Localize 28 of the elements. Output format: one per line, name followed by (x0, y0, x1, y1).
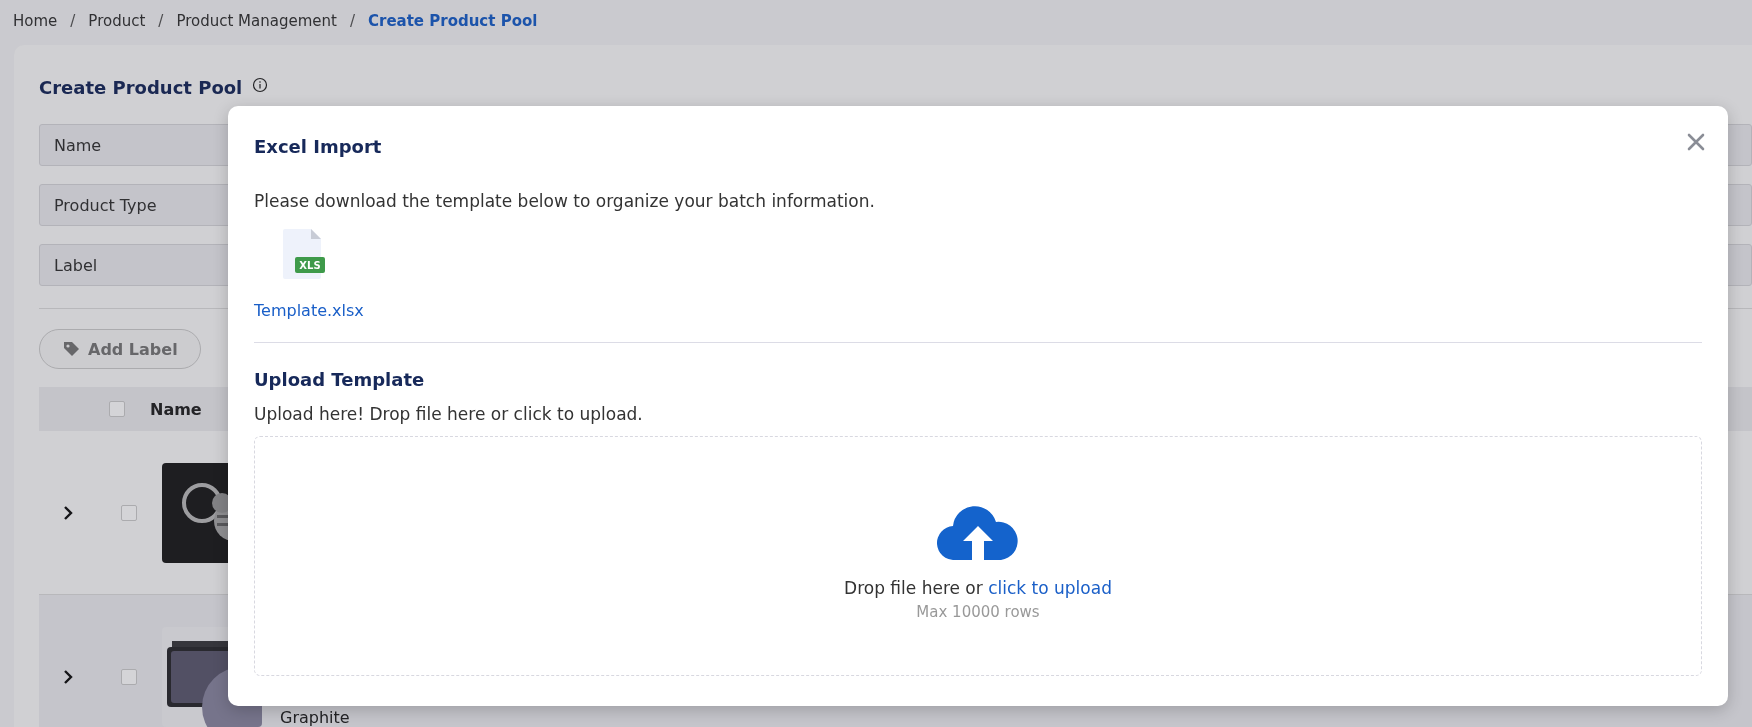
breadcrumb-separator: / (349, 12, 355, 30)
breadcrumb-item[interactable]: Create Product Pool (368, 12, 538, 30)
upload-link[interactable]: click to upload (988, 577, 1112, 598)
info-icon[interactable] (252, 77, 269, 93)
dropzone-text: Drop file here or click to upload (844, 577, 1112, 598)
add-label-button[interactable]: Add Label (39, 329, 201, 369)
chevron-icon[interactable] (61, 504, 75, 521)
close-icon[interactable] (1686, 132, 1706, 152)
breadcrumb-item[interactable]: Product (88, 12, 146, 30)
section-title: Upload Template (254, 369, 425, 390)
product-name: Graphite (280, 708, 350, 727)
template-download-link[interactable]: Template.xlsx (254, 301, 364, 320)
breadcrumb-item[interactable]: Home (13, 12, 58, 30)
breadcrumb-separator: / (70, 12, 76, 30)
instruction-text: Please download the template below to organize your batch information. (254, 191, 876, 211)
tag-icon (62, 340, 82, 358)
upload-hint: Upload here! Drop file here or click to upload. (254, 404, 644, 424)
row-limit-note: Max 10000 rows (916, 602, 1040, 621)
checkbox[interactable] (121, 668, 137, 685)
checkbox[interactable] (109, 401, 125, 417)
column-header[interactable]: Name (150, 399, 202, 419)
upload-dropzone[interactable]: Drop file here or click to upload Max 10000 rows (254, 436, 1702, 676)
page-title: Create Product Pool (39, 77, 243, 98)
dialog-title: Excel Import (254, 136, 382, 157)
breadcrumb-separator: / (158, 12, 164, 30)
breadcrumb-item[interactable]: Product Management (176, 12, 337, 30)
checkbox[interactable] (121, 504, 137, 521)
chevron-icon[interactable] (61, 668, 75, 685)
